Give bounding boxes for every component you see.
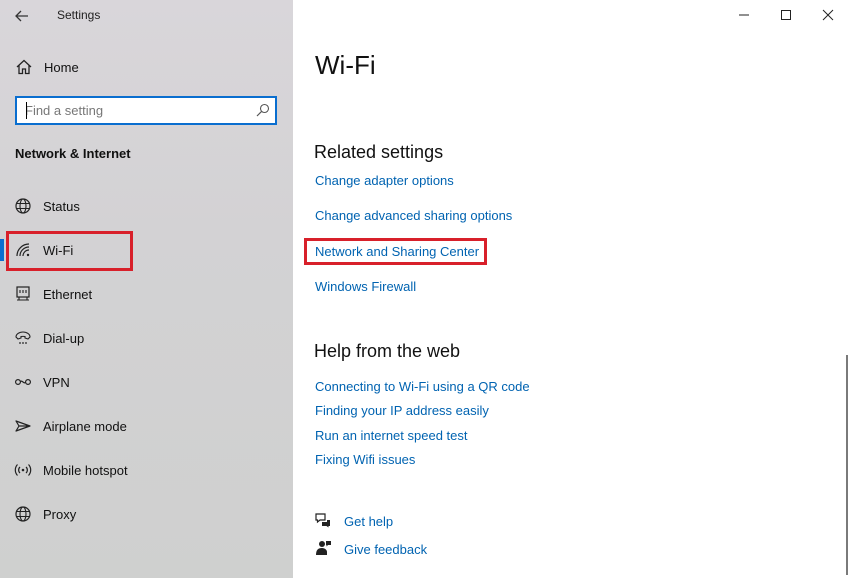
sidebar-item-home[interactable]: Home bbox=[0, 52, 293, 82]
sidebar-item-label: Status bbox=[43, 199, 80, 214]
text-caret bbox=[26, 102, 27, 119]
home-label: Home bbox=[44, 60, 79, 75]
network-sharing-center-link[interactable]: Network and Sharing Center bbox=[315, 244, 479, 259]
active-indicator bbox=[0, 239, 4, 261]
sidebar-item-label: Dial-up bbox=[43, 331, 85, 346]
minimize-button[interactable] bbox=[729, 4, 759, 26]
page-title: Wi-Fi bbox=[315, 50, 376, 80]
related-settings-heading: Related settings bbox=[314, 142, 444, 162]
hotspot-icon bbox=[14, 464, 32, 476]
back-arrow-icon bbox=[15, 10, 28, 22]
maximize-button[interactable] bbox=[771, 4, 801, 26]
sidebar-item-label: Proxy bbox=[43, 507, 77, 522]
vpn-icon bbox=[14, 378, 32, 386]
globe-icon bbox=[15, 506, 31, 522]
sidebar-item-label: Wi-Fi bbox=[43, 243, 74, 258]
close-button[interactable] bbox=[813, 4, 843, 26]
change-adapter-options-link[interactable]: Change adapter options bbox=[315, 173, 454, 188]
sidebar-item-airplane-mode[interactable]: Airplane mode bbox=[0, 406, 293, 446]
sidebar-item-proxy[interactable]: Proxy bbox=[0, 494, 293, 534]
airplane-icon bbox=[15, 420, 31, 432]
help-link-fixing-wifi[interactable]: Fixing Wifi issues bbox=[315, 452, 415, 467]
sidebar-item-label: Ethernet bbox=[43, 287, 93, 302]
maximize-icon bbox=[781, 10, 791, 20]
get-help-label: Get help bbox=[344, 514, 394, 529]
sidebar-item-label: Airplane mode bbox=[43, 419, 127, 434]
scrollbar[interactable] bbox=[846, 355, 848, 575]
help-from-web-heading: Help from the web bbox=[314, 341, 461, 361]
wifi-icon bbox=[16, 243, 30, 257]
help-link-speed-test[interactable]: Run an internet speed test bbox=[315, 428, 468, 443]
ethernet-icon bbox=[16, 286, 30, 301]
windows-firewall-link[interactable]: Windows Firewall bbox=[315, 279, 416, 294]
help-link-qr-code[interactable]: Connecting to Wi-Fi using a QR code bbox=[315, 379, 530, 394]
search-input[interactable] bbox=[17, 98, 249, 123]
back-button[interactable] bbox=[8, 4, 36, 28]
search-box[interactable] bbox=[15, 96, 277, 125]
close-icon bbox=[822, 9, 834, 21]
home-icon bbox=[16, 59, 32, 75]
sidebar-item-mobile-hotspot[interactable]: Mobile hotspot bbox=[0, 450, 293, 490]
title-bar: Settings bbox=[0, 0, 293, 32]
sidebar-item-status[interactable]: Status bbox=[0, 186, 293, 226]
main-content: Wi-Fi Related settings Change adapter op… bbox=[293, 0, 850, 578]
globe-icon bbox=[15, 198, 31, 214]
sidebar-item-label: VPN bbox=[43, 375, 70, 390]
app-title: Settings bbox=[57, 8, 101, 22]
feedback-icon bbox=[316, 541, 331, 555]
sidebar-item-wifi[interactable]: Wi-Fi bbox=[0, 230, 293, 270]
chat-help-icon bbox=[315, 513, 330, 528]
search-icon[interactable] bbox=[256, 103, 270, 117]
change-advanced-sharing-link[interactable]: Change advanced sharing options bbox=[315, 208, 512, 223]
sidebar-item-dialup[interactable]: Dial-up bbox=[0, 318, 293, 358]
give-feedback-label: Give feedback bbox=[344, 542, 428, 557]
minimize-icon bbox=[739, 14, 749, 16]
sidebar-item-label: Mobile hotspot bbox=[43, 463, 128, 478]
sidebar-item-ethernet[interactable]: Ethernet bbox=[0, 274, 293, 314]
sidebar: Settings Home Network & Internet Status bbox=[0, 0, 293, 578]
dialup-icon bbox=[15, 331, 31, 344]
help-link-ip-address[interactable]: Finding your IP address easily bbox=[315, 403, 489, 418]
section-title: Network & Internet bbox=[15, 146, 131, 161]
sidebar-item-vpn[interactable]: VPN bbox=[0, 362, 293, 402]
